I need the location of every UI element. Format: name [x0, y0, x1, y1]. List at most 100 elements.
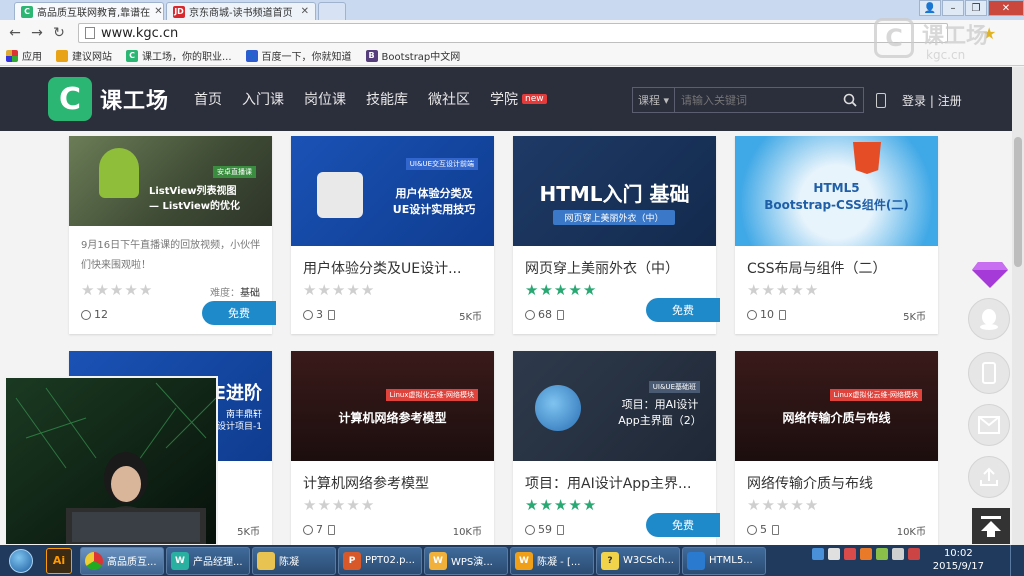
taskbar-item-ppt[interactable]: P PPT02.p...	[338, 546, 422, 575]
taskbar-item-wps[interactable]: W WPS演...	[424, 546, 508, 575]
restore-icon[interactable]: ❐	[965, 0, 987, 16]
register-link[interactable]: 注册	[938, 94, 962, 108]
reload-icon[interactable]: ↻	[48, 25, 70, 41]
bookmark-label: 建议网站	[72, 52, 112, 63]
bookmark-label: 应用	[22, 52, 42, 63]
tray-volume-icon[interactable]	[892, 548, 904, 560]
bookmark-suggested[interactable]: 建议网站	[56, 48, 112, 63]
learner-count: 10	[747, 308, 786, 321]
login-link[interactable]: 登录	[902, 94, 926, 108]
mobile-phone-icon[interactable]	[876, 93, 886, 108]
back-to-top-button[interactable]	[972, 508, 1010, 544]
nav-community[interactable]: 微社区	[428, 89, 470, 109]
nav-intro-courses[interactable]: 入门课	[242, 89, 284, 109]
course-card-network-model[interactable]: Linux虚拟化云维-网络模块 计算机网络参考模型 计算机网络参考模型 ★ ★ ★ ★…	[291, 351, 494, 549]
tray-app-icon[interactable]	[844, 548, 856, 560]
nav-job-courses[interactable]: 岗位课	[304, 89, 346, 109]
star-empty-icon: ★	[747, 281, 761, 299]
course-card-css-layout[interactable]: HTML5 Bootstrap-CSS组件(二) CSS布局与组件（二） ★ ★ ★…	[735, 136, 938, 334]
tray-update-icon[interactable]	[876, 548, 888, 560]
tab-jd[interactable]: JD 京东商城-读书频道首页 ✕	[166, 2, 316, 20]
url-input[interactable]: www.kgc.cn	[78, 23, 948, 43]
page-scrollbar[interactable]	[1012, 67, 1024, 545]
bookmarks-bar: 应用 建议网站 C 课工场，你的职业... 🐾 百度一下，你就知道 B Boot…	[0, 46, 1024, 66]
bookmark-baidu[interactable]: 🐾 百度一下，你就知道	[245, 48, 352, 63]
star-filled-icon: ★	[553, 496, 568, 514]
nav-home[interactable]: 首页	[194, 89, 222, 109]
show-desktop-button[interactable]	[1010, 545, 1024, 576]
learner-count: 3	[303, 308, 335, 321]
scrollbar-thumb[interactable]	[1014, 137, 1022, 267]
close-tab-icon[interactable]: ✕	[297, 6, 309, 17]
taskbar-item-folder[interactable]: 陈凝	[252, 546, 336, 575]
course-title[interactable]: 用户体验分类及UE设计...	[303, 258, 461, 278]
taskbar-item-html5[interactable]: HTML5...	[682, 546, 766, 575]
vip-gem-icon[interactable]	[972, 262, 1008, 288]
bookmark-kgc[interactable]: C 课工场，你的职业...	[126, 48, 232, 63]
user-icon[interactable]: 👤	[919, 0, 941, 16]
taskbar-item-w3c[interactable]: ? W3CSch...	[596, 546, 680, 575]
taskbar-item-word[interactable]: W 陈凝 - [...	[510, 546, 594, 575]
bookmark-bootstrap[interactable]: B Bootstrap中文网	[365, 48, 460, 63]
course-card-listview[interactable]: 安卓直播课 ListView列表视图 — ListView的优化 9月16日下午…	[69, 136, 276, 334]
wps-writer-icon: W	[515, 551, 533, 570]
tab-kgc[interactable]: C 高品质互联网教育,靠谱在 ✕	[14, 2, 164, 20]
taskbar-item-pm[interactable]: W 产品经理...	[166, 546, 250, 575]
star-filled-icon: ★	[525, 281, 539, 299]
start-button[interactable]	[2, 547, 40, 575]
search-icon[interactable]	[837, 88, 863, 112]
close-tab-icon[interactable]: ✕	[150, 6, 162, 17]
book-icon	[557, 309, 564, 320]
taskbar-item-chrome[interactable]: 高品质互...	[80, 546, 164, 575]
tray-network-icon[interactable]	[812, 548, 824, 560]
qq-contact-icon[interactable]	[968, 298, 1010, 340]
back-arrow-icon[interactable]: ←	[4, 25, 26, 41]
star-empty-icon: ★	[331, 281, 346, 299]
upload-share-icon[interactable]	[968, 456, 1010, 498]
course-title[interactable]: 项目：用AI设计App主界...	[525, 473, 691, 493]
illustrator-icon[interactable]: Ai	[46, 547, 72, 574]
free-button[interactable]: 免费	[646, 298, 720, 322]
nav-college[interactable]: 学院 new	[490, 89, 547, 109]
nav-skills[interactable]: 技能库	[366, 89, 408, 109]
html5-shield-icon	[853, 142, 881, 174]
rating-stars: ★ ★ ★ ★ ★	[747, 497, 819, 513]
forward-arrow-icon[interactable]: →	[26, 25, 48, 41]
course-thumbnail: Linux虚拟化云维-网络模块 计算机网络参考模型	[291, 351, 494, 461]
course-title[interactable]: 计算机网络参考模型	[303, 473, 429, 493]
tray-security-icon[interactable]	[860, 548, 872, 560]
course-card-ue-design[interactable]: UI&UE交互设计前端 用户体验分类及 UE设计实用技巧 用户体验分类及UE设计…	[291, 136, 494, 334]
book-icon	[779, 309, 786, 320]
minimize-icon[interactable]: –	[942, 0, 964, 16]
course-tag: Linux虚拟化云维-网络模块	[385, 389, 478, 401]
course-tag: 安卓直播课	[213, 166, 256, 178]
rating-stars: ★ ★ ★ ★ ★	[303, 497, 375, 513]
bookmark-apps[interactable]: 应用	[6, 48, 42, 63]
course-title[interactable]: CSS布局与组件（二）	[747, 258, 887, 278]
tray-flag-icon[interactable]	[908, 548, 920, 560]
course-card-html-basic[interactable]: HTML入门 基础 网页穿上美丽外衣（中） 网页穿上美丽外衣（中） ★ ★ ★ ★ ★ …	[513, 136, 720, 334]
powerpoint-icon: P	[343, 551, 361, 570]
free-button[interactable]: 免费	[202, 301, 276, 325]
star-filled-icon: ★	[539, 281, 553, 299]
tray-help-icon[interactable]	[828, 548, 840, 560]
course-card-network-media[interactable]: Linux虚拟化云维-网络模块 网络传输介质与布线 网络传输介质与布线 ★ ★ ★ ★…	[735, 351, 938, 549]
search-input[interactable]	[681, 93, 831, 107]
course-headline: 网络传输介质与布线	[782, 411, 891, 425]
free-button[interactable]: 免费	[646, 513, 720, 537]
course-card-ai-app[interactable]: UI&UE基础班 项目：用AI设计 App主界面（2） 项目：用AI设计App主…	[513, 351, 720, 549]
search-category-select[interactable]: 课程 ▾	[633, 88, 675, 112]
mobile-app-icon[interactable]	[968, 352, 1010, 394]
close-window-icon[interactable]: ✕	[988, 0, 1024, 16]
course-title[interactable]: 网页穿上美丽外衣（中）	[525, 258, 679, 278]
rating-stars: ★ ★ ★ ★ ★	[525, 282, 597, 298]
message-inbox-icon[interactable]	[968, 404, 1010, 446]
taskbar-clock[interactable]: 10:02 2015/9/17	[933, 547, 984, 573]
site-logo[interactable]: C 课工场	[48, 77, 169, 121]
course-title[interactable]: 网络传输介质与布线	[747, 473, 873, 493]
new-tab-button[interactable]	[318, 2, 346, 20]
course-price: 10K币	[452, 527, 482, 538]
star-empty-icon: ★	[317, 281, 331, 299]
main-nav: 首页 入门课 岗位课 技能库 微社区 学院 new	[194, 89, 567, 109]
star-empty-icon: ★	[747, 496, 761, 514]
